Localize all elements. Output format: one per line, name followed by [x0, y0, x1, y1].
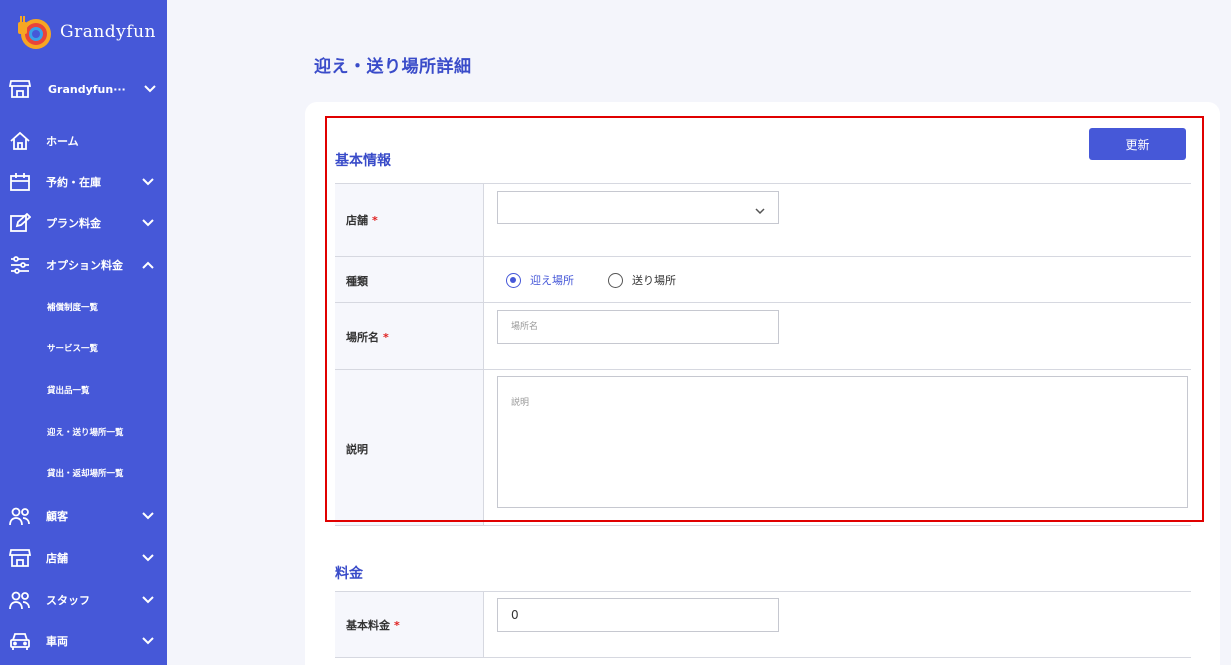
required-mark: *	[372, 214, 378, 227]
sidebar-item-staff[interactable]: スタッフ	[0, 585, 167, 615]
required-mark: *	[383, 331, 389, 344]
sidebar-subitem-label: サービス一覧	[47, 344, 99, 354]
chevron-down-icon	[141, 551, 155, 565]
type-label: 種類	[346, 275, 368, 288]
sidebar-item-label: スタッフ	[46, 594, 90, 607]
logo-text: Grandyfun	[60, 22, 156, 42]
update-button[interactable]: 更新	[1089, 128, 1186, 160]
base-fee-label: 基本料金 *	[346, 617, 400, 633]
sidebar-subitem-label: 迎え・送り場所一覧	[47, 428, 124, 438]
sidebar-item-label: 予約・在庫	[46, 176, 101, 189]
sidebar-item-vehicles[interactable]: 車両	[0, 626, 167, 656]
location-label: 場所名 *	[346, 329, 389, 345]
sidebar-subitem-services[interactable]: サービス一覧	[0, 336, 167, 360]
base-fee-label-text: 基本料金	[346, 619, 390, 632]
divider	[335, 256, 1191, 257]
sidebar-subitem-label: 補償制度一覧	[47, 303, 99, 313]
sidebar-subitem-label: 貸出品一覧	[47, 386, 90, 396]
sidebar-item-label: ホーム	[46, 135, 79, 148]
basic-info-title: 基本情報	[335, 153, 391, 169]
sidebar-item-label: 店舗	[46, 552, 68, 565]
sidebar-item-customers[interactable]: 顧客	[0, 501, 167, 531]
app-logo[interactable]: Grandyfun	[16, 14, 156, 50]
chevron-down-icon	[754, 202, 766, 215]
radio-dropoff-label: 送り場所	[632, 274, 676, 287]
chevron-up-icon	[141, 258, 155, 272]
chevron-down-icon	[141, 175, 155, 189]
calendar-icon	[9, 171, 31, 193]
sidebar-subitem-compensation[interactable]: 補償制度一覧	[0, 295, 167, 319]
sidebar-subitem-rental-return[interactable]: 貸出・返却場所一覧	[0, 461, 167, 485]
sidebar-item-stores[interactable]: 店舗	[0, 543, 167, 573]
divider	[335, 525, 1191, 526]
chevron-down-icon	[143, 82, 157, 96]
chevron-down-icon	[141, 509, 155, 523]
divider	[335, 369, 1191, 370]
sidebar-subitem-pickup-dropoff[interactable]: 迎え・送り場所一覧	[0, 420, 167, 444]
divider	[335, 657, 1191, 658]
sidebar-subitem-rental-items[interactable]: 貸出品一覧	[0, 378, 167, 402]
base-fee-input[interactable]	[497, 598, 779, 632]
home-icon	[9, 130, 31, 152]
logo-icon	[16, 14, 52, 50]
chevron-down-icon	[141, 593, 155, 607]
store-icon	[9, 547, 31, 569]
store-select[interactable]	[497, 191, 779, 224]
sidebar: Grandyfun Grandyfun··· ホーム 予約・在庫 プラン料金 オ…	[0, 0, 167, 665]
sidebar-item-plan-pricing[interactable]: プラン料金	[0, 208, 167, 238]
sidebar-item-label: 顧客	[46, 510, 68, 523]
users-icon	[9, 589, 31, 611]
sidebar-item-reservations[interactable]: 予約・在庫	[0, 167, 167, 197]
sidebar-item-label: オプション料金	[46, 259, 123, 272]
sliders-icon	[9, 254, 31, 276]
sidebar-item-home[interactable]: ホーム	[0, 126, 167, 156]
store-label: 店舗 *	[346, 212, 378, 228]
sidebar-item-option-pricing[interactable]: オプション料金	[0, 250, 167, 280]
edit-icon	[9, 212, 31, 234]
divider	[335, 302, 1191, 303]
description-textarea[interactable]	[497, 376, 1188, 508]
pricing-title: 料金	[335, 566, 363, 582]
store-label-text: 店舗	[346, 214, 368, 227]
description-label: 説明	[346, 443, 368, 456]
store-switcher-label: Grandyfun···	[48, 82, 126, 96]
chevron-down-icon	[141, 216, 155, 230]
location-label-text: 場所名	[346, 331, 379, 344]
radio-pickup[interactable]: 迎え場所	[506, 272, 574, 288]
radio-dropoff-circle[interactable]	[608, 272, 623, 288]
location-name-input[interactable]	[497, 310, 779, 344]
car-icon	[9, 630, 31, 652]
page-title: 迎え・送り場所詳細	[314, 57, 472, 77]
sidebar-item-label: プラン料金	[46, 217, 101, 230]
sidebar-item-label: 車両	[46, 635, 68, 648]
radio-dropoff[interactable]: 送り場所	[608, 272, 676, 288]
sidebar-subitem-label: 貸出・返却場所一覧	[47, 469, 124, 479]
store-icon	[9, 78, 31, 100]
store-switcher[interactable]: Grandyfun···	[0, 74, 167, 104]
chevron-down-icon	[141, 634, 155, 648]
required-mark: *	[394, 619, 400, 632]
radio-pickup-circle[interactable]	[506, 272, 521, 288]
radio-pickup-label: 迎え場所	[530, 274, 574, 287]
users-icon	[9, 505, 31, 527]
label-column	[335, 184, 484, 525]
divider	[335, 183, 1191, 184]
